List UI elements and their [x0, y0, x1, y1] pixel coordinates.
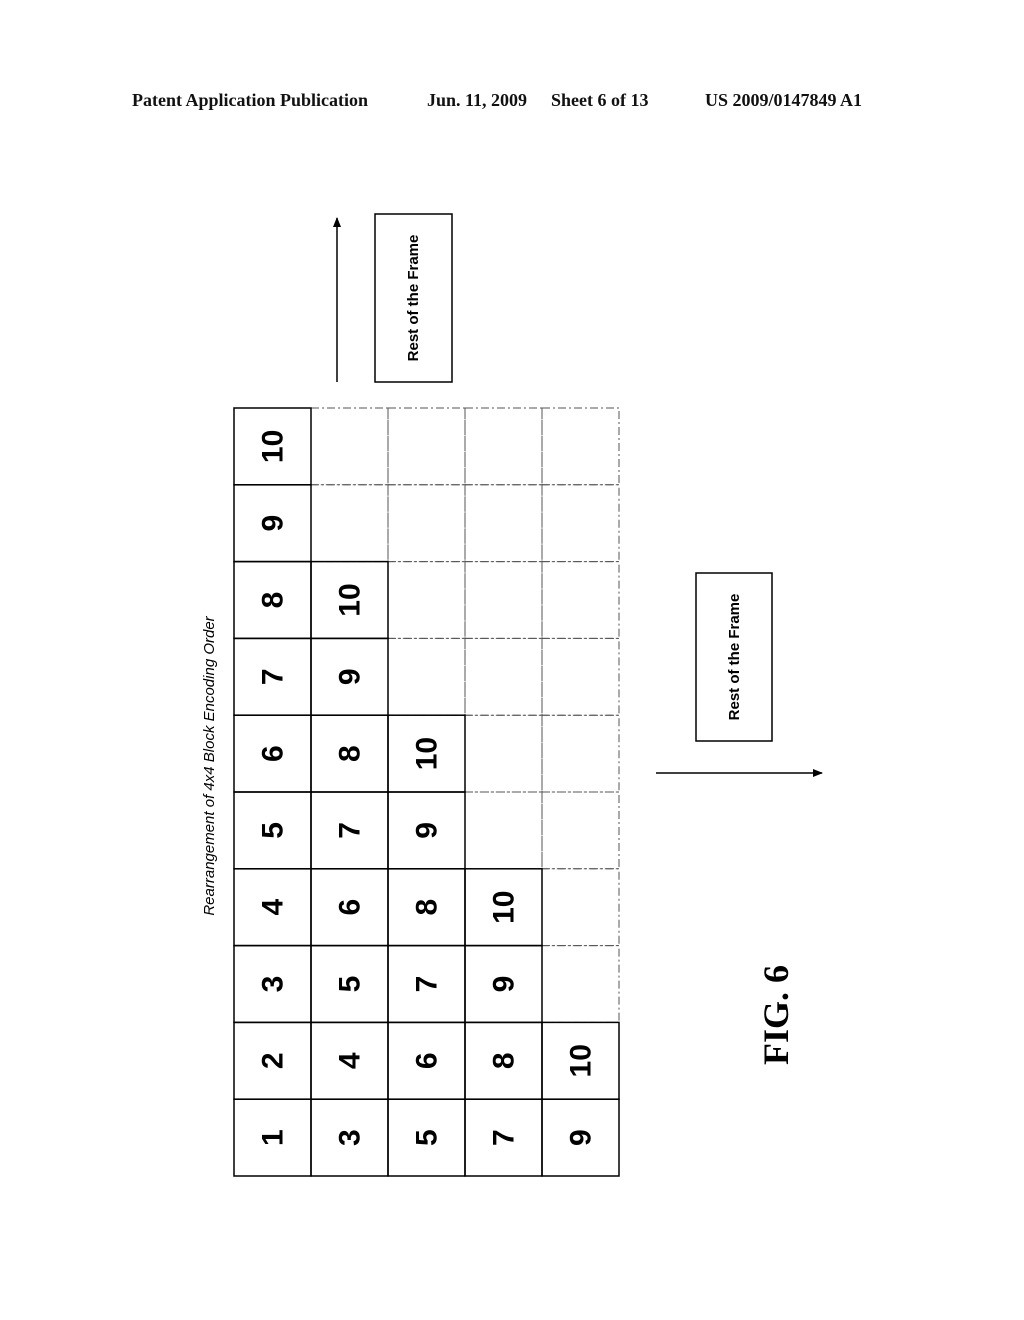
grid-cell-empty: [387, 561, 466, 639]
grid-cell-order-label: 8: [488, 1052, 521, 1069]
grid-cell-order-label: 10: [488, 891, 521, 924]
grid-cell-empty: [541, 868, 620, 947]
grid-cell-empty: [464, 637, 543, 716]
grid-cell-empty: [464, 561, 543, 639]
grid-cell-order-label: 5: [334, 976, 367, 993]
grid-cell-empty: [387, 484, 466, 563]
grid-cell-empty: [464, 714, 543, 793]
grid-cell-empty: [541, 945, 620, 1023]
grid-cell-order-label: 10: [565, 1044, 598, 1077]
grid-cell-order-label: 3: [334, 1129, 367, 1146]
grid-cell-order-label: 4: [257, 899, 290, 916]
grid-cell-empty: [464, 484, 543, 563]
grid-cell-order-label: 4: [334, 1052, 367, 1069]
grid-cell-order-label: 6: [257, 745, 290, 762]
grid-cell-empty: [387, 637, 466, 716]
grid-cell-empty: [541, 484, 620, 563]
grid-cell-order-label: 10: [257, 430, 290, 463]
grid-cell-order-label: 7: [411, 976, 444, 993]
grid-cell-order-label: 8: [411, 899, 444, 916]
grid-cell-order-label: 9: [488, 976, 521, 993]
grid-cell-order-label: 3: [257, 976, 290, 993]
grid-cell-empty: [387, 407, 466, 486]
grid-cell-order-label: 6: [411, 1052, 444, 1069]
grid-cell-empty: [310, 484, 389, 563]
grid-cell-order-label: 5: [411, 1129, 444, 1146]
grid-cell-order-label: 9: [411, 822, 444, 839]
grid-cell-empty: [464, 407, 543, 486]
grid-cell-order-label: 6: [334, 899, 367, 916]
figure-canvas: 1 2 3 4 5 6 7 8 9 10 3 4 5 6 7 8 9 10 5 6 7 8 9 10 7 8 9 10 9 10 Rest…: [201, 213, 823, 1177]
grid-cell-empty: [310, 407, 389, 486]
grid-cell-order-label: 7: [334, 822, 367, 839]
figure-title: Rearrangement of 4x4 Block Encoding Orde…: [201, 615, 218, 915]
rest-of-frame-label-right: Rest of the Frame: [726, 594, 743, 721]
grid-cell-order-label: 10: [411, 737, 444, 770]
encoding-grid: 1 2 3 4 5 6 7 8 9 10 3 4 5 6 7 8 9 10 5 6 7 8 9 10 7 8 9 10 9 10: [233, 407, 620, 1177]
grid-cell-empty: [541, 637, 620, 716]
grid-cell-empty: [541, 791, 620, 870]
rest-of-frame-label-top: Rest of the Frame: [405, 235, 422, 362]
grid-cell-order-label: 8: [334, 745, 367, 762]
grid-cell-empty: [464, 791, 543, 870]
grid-cell-order-label: 7: [488, 1129, 521, 1146]
grid-cell-empty: [541, 714, 620, 793]
grid-cell-order-label: 10: [334, 583, 367, 616]
grid-cell-order-label: 8: [257, 592, 290, 609]
grid-cell-empty: [541, 407, 620, 486]
grid-cell-order-label: 2: [257, 1052, 290, 1069]
grid-cell-order-label: 9: [334, 668, 367, 685]
grid-cell-empty: [541, 561, 620, 639]
grid-cell-order-label: 7: [257, 668, 290, 685]
grid-cell-order-label: 5: [257, 822, 290, 839]
figure-caption: FIG. 6: [756, 965, 796, 1065]
grid-cell-order-label: 9: [565, 1129, 598, 1146]
grid-cell-order-label: 1: [257, 1129, 290, 1146]
grid-cell-order-label: 9: [257, 515, 290, 532]
